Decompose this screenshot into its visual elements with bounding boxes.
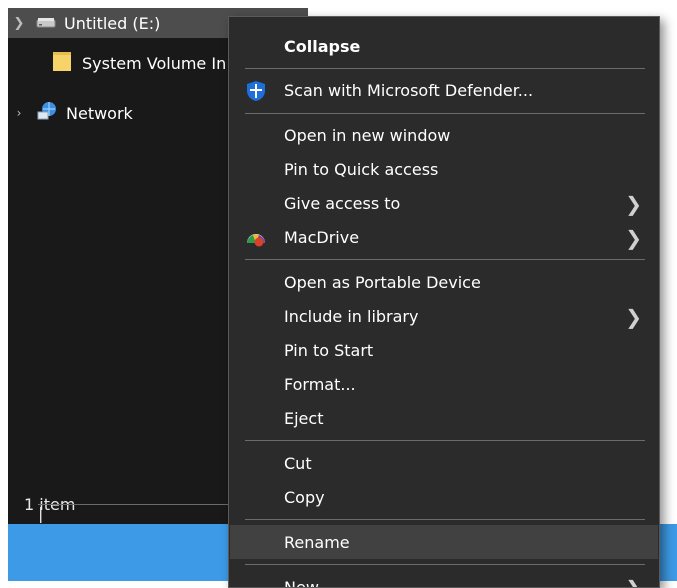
menu-item-open-new-window[interactable]: Open in new window <box>230 118 658 152</box>
menu-separator <box>245 564 645 565</box>
defender-shield-icon <box>245 80 267 102</box>
menu-item-label: Copy <box>284 488 325 507</box>
menu-separator <box>245 259 645 260</box>
menu-item-rename[interactable]: Rename <box>230 525 658 559</box>
chevron-down-icon[interactable]: ❯ <box>8 16 30 31</box>
menu-item-pin-quick-access[interactable]: Pin to Quick access <box>230 152 658 186</box>
menu-item-label: Cut <box>284 454 312 473</box>
menu-item-include-library[interactable]: Include in library ❯ <box>230 299 658 333</box>
menu-separator <box>245 440 645 441</box>
menu-item-open-portable[interactable]: Open as Portable Device <box>230 265 658 299</box>
menu-item-label: Open in new window <box>284 126 450 145</box>
chevron-right-icon: ❯ <box>625 226 642 250</box>
menu-item-macdrive[interactable]: MacDrive ❯ <box>230 220 658 254</box>
tree-item-label: Network <box>66 104 133 123</box>
menu-separator <box>245 68 645 69</box>
menu-item-pin-start[interactable]: Pin to Start <box>230 333 658 367</box>
menu-item-label: Format... <box>284 375 356 394</box>
menu-item-eject[interactable]: Eject <box>230 401 658 435</box>
menu-item-collapse[interactable]: Collapse <box>230 29 658 63</box>
menu-item-copy[interactable]: Copy <box>230 480 658 514</box>
menu-item-label: Pin to Start <box>284 341 373 360</box>
menu-item-new[interactable]: New ❯ <box>230 570 658 588</box>
tree-item-network[interactable]: › Network <box>8 98 133 128</box>
menu-item-label: MacDrive <box>284 228 359 247</box>
menu-item-give-access[interactable]: Give access to ❯ <box>230 186 658 220</box>
menu-item-format[interactable]: Format... <box>230 367 658 401</box>
menu-item-label: New <box>284 578 319 588</box>
tree-item-label: Untitled (E:) <box>64 14 160 33</box>
chevron-right-icon: ❯ <box>625 305 642 329</box>
menu-item-label: Include in library <box>284 307 418 326</box>
menu-item-cut[interactable]: Cut <box>230 446 658 480</box>
menu-item-label: Rename <box>284 533 350 552</box>
chevron-right-icon: ❯ <box>625 192 642 216</box>
menu-item-scan-defender[interactable]: Scan with Microsoft Defender... <box>230 73 658 107</box>
tree-item-system-volume[interactable]: System Volume In <box>52 48 226 78</box>
tree-item-label: System Volume In <box>82 54 226 73</box>
chevron-right-icon: ❯ <box>625 576 642 588</box>
network-icon <box>36 101 58 125</box>
menu-item-label: Give access to <box>284 194 400 213</box>
folder-icon <box>52 50 72 76</box>
menu-separator <box>245 519 645 520</box>
menu-item-label: Scan with Microsoft Defender... <box>284 81 533 100</box>
menu-item-label: Open as Portable Device <box>284 273 481 292</box>
menu-item-label: Collapse <box>284 37 360 56</box>
chevron-right-icon[interactable]: › <box>8 106 30 120</box>
menu-separator <box>245 113 645 114</box>
macdrive-icon <box>245 227 267 249</box>
context-menu: Collapse Scan with Microsoft Defender...… <box>228 16 660 588</box>
menu-item-label: Eject <box>284 409 323 428</box>
drive-icon <box>36 14 56 33</box>
menu-item-label: Pin to Quick access <box>284 160 438 179</box>
